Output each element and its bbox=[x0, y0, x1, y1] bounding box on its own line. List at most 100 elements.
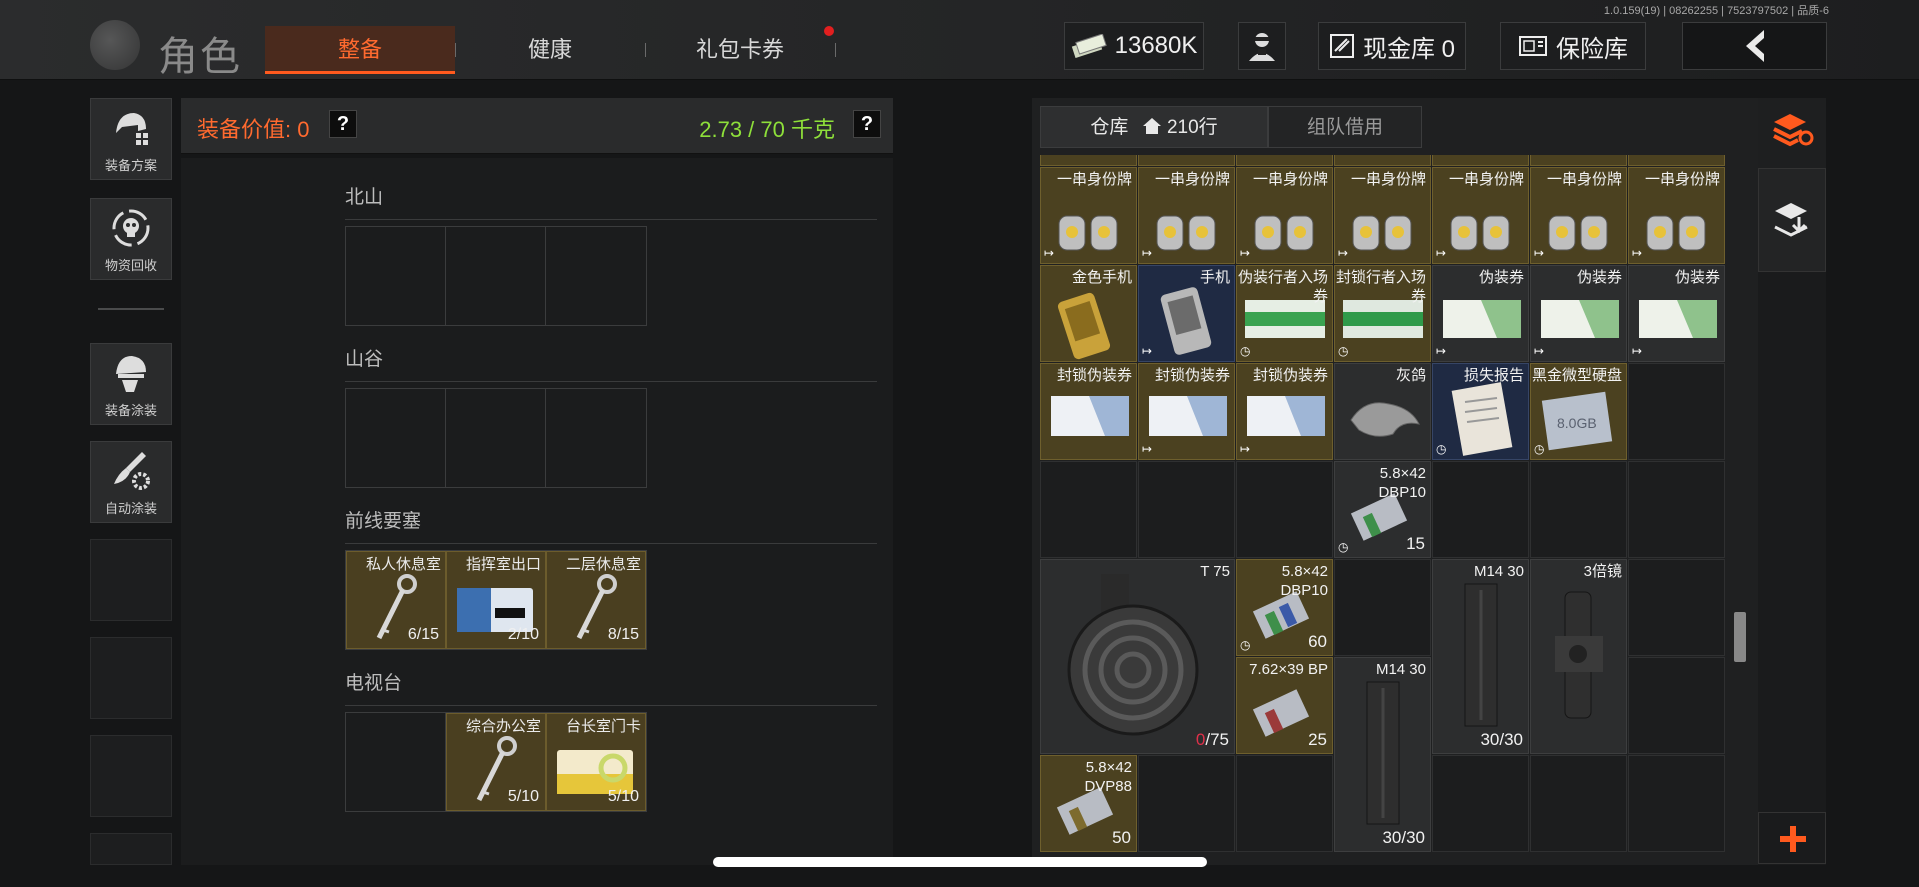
dog-tags-item[interactable]: 一串身份牌 ↦ bbox=[1628, 167, 1725, 264]
key-item[interactable]: 私人休息室 6/15 bbox=[346, 551, 446, 649]
item-name: 封锁伪装券 bbox=[1154, 367, 1230, 384]
stack-download-button[interactable] bbox=[1758, 168, 1826, 272]
empty-key-slot[interactable] bbox=[546, 227, 646, 325]
key-item[interactable]: 指挥室出口 2/10 bbox=[446, 551, 546, 649]
safe-button[interactable]: 保险库 bbox=[1500, 22, 1646, 70]
gold-phone-item[interactable]: 金色手机 bbox=[1040, 265, 1137, 362]
extract-icon: ↦ bbox=[1534, 246, 1545, 260]
ammo-box-item[interactable]: 5.8×42 DBP10 60 ◷ bbox=[1236, 559, 1333, 656]
empty-key-slot[interactable] bbox=[346, 227, 446, 325]
empty-key-slot[interactable] bbox=[546, 389, 646, 487]
back-button[interactable] bbox=[1682, 22, 1827, 70]
key-slot-row bbox=[345, 388, 647, 488]
lockdown-coupon-item[interactable]: 封锁伪装券 ↦ bbox=[1138, 363, 1235, 460]
page-title: 角色 bbox=[158, 35, 242, 79]
ticket-item[interactable]: 封锁行者入场券 ◷ bbox=[1334, 265, 1431, 362]
empty-sidebar-slot[interactable] bbox=[90, 833, 172, 865]
dog-tags-item[interactable]: 一串身份牌 ↦ bbox=[1432, 167, 1529, 264]
key-name: 指挥室出口 bbox=[465, 556, 541, 573]
partial-item-cell[interactable] bbox=[1334, 155, 1431, 166]
disguise-coupon-item[interactable]: 伪装券 ↦ bbox=[1628, 265, 1725, 362]
magazine-item[interactable]: M14 30 30/30 bbox=[1432, 559, 1529, 754]
ammo-box-item[interactable]: 5.8×42 DVP88 50 bbox=[1040, 755, 1137, 852]
money-display[interactable]: 13680K bbox=[1064, 22, 1204, 70]
agent-button[interactable] bbox=[1238, 22, 1286, 70]
empty-cell[interactable] bbox=[1530, 461, 1627, 558]
dog-tags-item[interactable]: 一串身份牌 ↦ bbox=[1236, 167, 1333, 264]
loadout-plan-button[interactable]: 装备方案 bbox=[90, 98, 172, 180]
lockdown-coupon-item[interactable]: 封锁伪装券 ↦ bbox=[1236, 363, 1333, 460]
auto-paint-button[interactable]: 自动涂装 bbox=[90, 441, 172, 523]
empty-sidebar-slot[interactable] bbox=[90, 735, 172, 817]
empty-cell[interactable] bbox=[1236, 461, 1333, 558]
tab-equip[interactable]: 整备 bbox=[265, 26, 455, 74]
grey-dove-item[interactable]: 灰鸽 bbox=[1334, 363, 1431, 460]
expand-storage-button[interactable] bbox=[1758, 812, 1826, 864]
key-durability: 2/10 bbox=[507, 626, 539, 643]
ammo-box-item[interactable]: 7.62×39 BP 25 bbox=[1236, 657, 1333, 754]
cash-vault-button[interactable]: 现金库 0 bbox=[1318, 22, 1466, 70]
scope-item[interactable]: 3倍镜 bbox=[1530, 559, 1627, 754]
equipment-paint-button[interactable]: 装备涂装 bbox=[90, 343, 172, 425]
key-durability: 6/15 bbox=[407, 626, 439, 643]
empty-cell[interactable] bbox=[1432, 755, 1529, 852]
empty-sidebar-slot[interactable] bbox=[90, 539, 172, 621]
item-name: 一串身份牌 bbox=[1252, 171, 1328, 188]
empty-key-slot[interactable] bbox=[346, 713, 446, 811]
section-divider bbox=[345, 543, 877, 544]
partial-item-cell[interactable] bbox=[1236, 155, 1333, 166]
loss-report-item[interactable]: 损失报告 ◷ bbox=[1432, 363, 1529, 460]
help-button[interactable]: ? bbox=[853, 110, 881, 138]
empty-cell[interactable] bbox=[1628, 461, 1725, 558]
item-name: T 75 bbox=[1200, 563, 1230, 580]
tab-health[interactable]: 健康 bbox=[460, 26, 640, 74]
empty-key-slot[interactable] bbox=[446, 227, 546, 325]
key-item[interactable]: 综合办公室 5/10 bbox=[446, 713, 546, 811]
magazine-item[interactable]: M14 30 30/30 bbox=[1334, 657, 1431, 852]
tab-team-borrow[interactable]: 组队借用 bbox=[1268, 106, 1422, 148]
storage-scrollbar[interactable] bbox=[1734, 612, 1746, 662]
tab-warehouse-label: 仓库 bbox=[1090, 117, 1129, 138]
empty-cell[interactable] bbox=[1628, 559, 1725, 656]
empty-key-slot[interactable] bbox=[346, 389, 446, 487]
empty-cell[interactable] bbox=[1236, 755, 1333, 852]
empty-cell[interactable] bbox=[1138, 755, 1235, 852]
drum-magazine-item[interactable]: T 75 0/75 bbox=[1040, 559, 1235, 754]
partial-item-cell[interactable] bbox=[1432, 155, 1529, 166]
partial-item-cell[interactable] bbox=[1040, 155, 1137, 166]
home-indicator[interactable] bbox=[713, 857, 1207, 867]
empty-cell[interactable] bbox=[1040, 461, 1137, 558]
empty-cell[interactable] bbox=[1628, 657, 1725, 754]
dog-tags-item[interactable]: 一串身份牌 ↦ bbox=[1334, 167, 1431, 264]
dog-tags-item[interactable]: 一串身份牌 ↦ bbox=[1138, 167, 1235, 264]
key-slot-row: 综合办公室 5/10 台长室门卡 5/10 bbox=[345, 712, 647, 812]
disguise-coupon-item[interactable]: 伪装券 ↦ bbox=[1530, 265, 1627, 362]
partial-item-cell[interactable] bbox=[1530, 155, 1627, 166]
phone-item[interactable]: 手机 ↦ bbox=[1138, 265, 1235, 362]
dog-tags-icon bbox=[1646, 215, 1706, 251]
partial-item-cell[interactable] bbox=[1628, 155, 1725, 166]
empty-cell[interactable] bbox=[1138, 461, 1235, 558]
empty-key-slot[interactable] bbox=[446, 389, 546, 487]
partial-item-cell[interactable] bbox=[1138, 155, 1235, 166]
dog-tags-item[interactable]: 一串身份牌 ↦ bbox=[1040, 167, 1137, 264]
tab-warehouse[interactable]: 仓库 210行 bbox=[1040, 106, 1268, 148]
lockdown-coupon-item[interactable]: 封锁伪装券 bbox=[1040, 363, 1137, 460]
supply-recycle-button[interactable]: 物资回收 bbox=[90, 198, 172, 280]
empty-cell[interactable] bbox=[1628, 363, 1725, 460]
empty-cell[interactable] bbox=[1628, 755, 1725, 852]
ammo-box-item[interactable]: 5.8×42 DBP10 15 ◷ bbox=[1334, 461, 1431, 558]
micro-drive-item[interactable]: 8.0GB 黑金微型硬盘 ◷ bbox=[1530, 363, 1627, 460]
disguise-coupon-item[interactable]: 伪装券 ↦ bbox=[1432, 265, 1529, 362]
top-bar: 1.0.159(19) | 08262255 | 7523797502 | 品质… bbox=[0, 0, 1919, 80]
key-item[interactable]: 台长室门卡 5/10 bbox=[546, 713, 646, 811]
empty-cell[interactable] bbox=[1530, 755, 1627, 852]
help-button[interactable]: ? bbox=[329, 110, 357, 138]
dog-tags-item[interactable]: 一串身份牌 ↦ bbox=[1530, 167, 1627, 264]
empty-sidebar-slot[interactable] bbox=[90, 637, 172, 719]
empty-cell[interactable] bbox=[1432, 461, 1529, 558]
key-item[interactable]: 二层休息室 8/15 bbox=[546, 551, 646, 649]
empty-cell[interactable] bbox=[1334, 559, 1431, 656]
ticket-item[interactable]: 伪装行者入场券 ◷ bbox=[1236, 265, 1333, 362]
tab-gift-coupons[interactable]: 礼包卡券 bbox=[650, 26, 830, 74]
